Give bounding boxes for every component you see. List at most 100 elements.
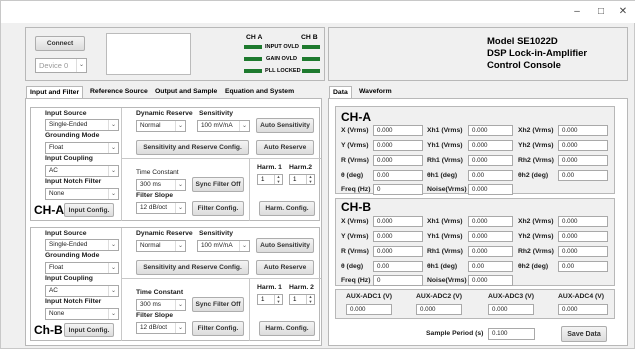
cha-input-config-button[interactable]: Input Config. xyxy=(64,203,114,217)
chb-dyn-reserve-select[interactable]: Normal ⌄ xyxy=(136,240,186,252)
chb-yh1-value: 0.000 xyxy=(468,231,513,242)
sample-period-input[interactable]: 0.100 xyxy=(488,328,535,340)
cha-rh2-label: Rh2 (Vrms) xyxy=(518,157,554,164)
chb-sync-filter-button[interactable]: Sync Filter Off xyxy=(192,297,244,312)
cha-harm2-spinner[interactable]: 1 ▲ ▼ xyxy=(289,174,315,185)
chb-filter-slope-select[interactable]: 12 dB/oct ⌄ xyxy=(136,322,186,334)
chevron-down-icon: ⌄ xyxy=(108,240,118,250)
chb-thetah2-value: 0.00 xyxy=(558,261,608,272)
chb-harm2-value: 1 xyxy=(293,296,297,303)
connect-button[interactable]: Connect xyxy=(35,36,85,51)
cha-sync-filter-button[interactable]: Sync Filter Off xyxy=(192,177,244,192)
cha-r-value: 0.000 xyxy=(373,155,423,166)
chb-filter-slope-value: 12 dB/oct xyxy=(140,324,168,331)
chb-freq-label: Freq (Hz) xyxy=(341,277,371,284)
tab-reference-source[interactable]: Reference Source xyxy=(87,86,151,98)
gain-ovld-label: GAIN OVLD xyxy=(266,56,298,62)
spinner-arrows-icon[interactable]: ▲ ▼ xyxy=(306,174,314,184)
chb-thetah2-label: θh2 (deg) xyxy=(518,263,549,270)
cha-filter-slope-select[interactable]: 12 dB/oct ⌄ xyxy=(136,202,186,214)
close-button[interactable]: ✕ xyxy=(615,5,631,19)
cha-y-value: 0.000 xyxy=(373,140,423,151)
chb-data-title: CH-B xyxy=(341,200,371,214)
cha-harm1-spinner[interactable]: 1 ▲ ▼ xyxy=(257,174,283,185)
cha-filter-slope-value: 12 dB/oct xyxy=(140,204,168,211)
aux-adc4-label: AUX-ADC4 (V) xyxy=(558,293,605,300)
chb-noise-label: Noise(Vrms) xyxy=(427,277,467,284)
chb-rh1-label: Rh1 (Vrms) xyxy=(427,248,463,255)
cha-coupling-select[interactable]: AC ⌄ xyxy=(45,165,119,177)
chb-harm2-label: Harm. 2 xyxy=(289,284,314,291)
cha-notch-select[interactable]: None ⌄ xyxy=(45,188,119,200)
chevron-down-icon: ⌄ xyxy=(175,323,185,333)
chb-auto-sensitivity-button[interactable]: Auto Sensitivity xyxy=(256,238,314,253)
chb-grounding-select[interactable]: Float ⌄ xyxy=(45,262,119,274)
device-list[interactable] xyxy=(106,33,191,75)
spinner-arrows-icon[interactable]: ▲ ▼ xyxy=(274,294,282,304)
cha-theta-label: θ (deg) xyxy=(341,172,364,179)
pll-locked-led-a xyxy=(244,69,262,73)
device-select[interactable]: Device 0 ⌄ xyxy=(35,58,87,73)
chb-sensitivity-select[interactable]: 100 mV/nA ⌄ xyxy=(197,240,250,252)
chb-harm2-spinner[interactable]: 1 ▲ ▼ xyxy=(289,294,315,305)
maximize-button[interactable]: □ xyxy=(593,5,609,19)
aux-adc2-value: 0.000 xyxy=(416,304,462,315)
aux-adc2-label: AUX-ADC2 (V) xyxy=(416,293,463,300)
chb-coupling-label: Input Coupling xyxy=(45,275,93,282)
cha-yh2-value: 0.000 xyxy=(558,140,608,151)
cha-input-source-select[interactable]: Single-Ended ⌄ xyxy=(45,119,119,131)
cha-auto-sensitivity-button[interactable]: Auto Sensitivity xyxy=(256,118,314,133)
chb-notch-value: None xyxy=(49,310,65,317)
tab-data[interactable]: Data xyxy=(329,86,352,98)
cha-time-constant-select[interactable]: 300 ms ⌄ xyxy=(136,179,186,191)
chb-auto-reserve-button[interactable]: Auto Reserve xyxy=(256,260,314,275)
chevron-down-icon: ⌄ xyxy=(175,180,185,190)
chb-coupling-value: AC xyxy=(49,287,58,294)
aux-adc3-value: 0.000 xyxy=(488,304,534,315)
chb-input-source-select[interactable]: Single-Ended ⌄ xyxy=(45,239,119,251)
sample-period-label: Sample Period (s) xyxy=(426,330,484,337)
chb-sensitivity-label: Sensitivity xyxy=(199,230,233,237)
cha-auto-reserve-button[interactable]: Auto Reserve xyxy=(256,140,314,155)
cha-rh2-value: 0.000 xyxy=(558,155,608,166)
save-data-button[interactable]: Save Data xyxy=(561,326,607,342)
cha-harm1-label: Harm. 1 xyxy=(257,164,282,171)
spinner-arrows-icon[interactable]: ▲ ▼ xyxy=(274,174,282,184)
cha-harm1-value: 1 xyxy=(261,176,265,183)
cha-sensitivity-select[interactable]: 100 mV/nA ⌄ xyxy=(197,120,250,132)
chb-harm-config-button[interactable]: Harm. Config. xyxy=(259,321,315,336)
minimize-button[interactable]: – xyxy=(569,5,585,19)
cha-sens-reserve-config-button[interactable]: Sensitivity and Reserve Config. xyxy=(136,140,249,155)
cha-rh1-label: Rh1 (Vrms) xyxy=(427,157,463,164)
app-subtitle: Control Console xyxy=(487,60,561,71)
cha-xh2-label: Xh2 (Vrms) xyxy=(518,127,554,134)
tab-waveform[interactable]: Waveform xyxy=(356,86,395,98)
chb-coupling-select[interactable]: AC ⌄ xyxy=(45,285,119,297)
tab-output-sample[interactable]: Output and Sample xyxy=(152,86,220,98)
chb-sens-reserve-config-button[interactable]: Sensitivity and Reserve Config. xyxy=(136,260,249,275)
chevron-down-icon: ⌄ xyxy=(108,286,118,296)
cha-harm-config-button[interactable]: Harm. Config. xyxy=(259,201,315,216)
cha-filter-config-button[interactable]: Filter Config. xyxy=(192,201,244,216)
cha-grounding-label: Grounding Mode xyxy=(45,132,100,139)
chb-time-constant-select[interactable]: 300 ms ⌄ xyxy=(136,299,186,311)
chb-yh2-label: Yh2 (Vrms) xyxy=(518,233,554,240)
chb-filter-config-button[interactable]: Filter Config. xyxy=(192,321,244,336)
cha-dyn-reserve-select[interactable]: Normal ⌄ xyxy=(136,120,186,132)
spinner-arrows-icon[interactable]: ▲ ▼ xyxy=(306,294,314,304)
pll-locked-label: PLL LOCKED xyxy=(265,68,301,74)
cha-input-source-label: Input Source xyxy=(45,110,87,117)
chb-theta-label: θ (deg) xyxy=(341,263,364,270)
cha-grounding-select[interactable]: Float ⌄ xyxy=(45,142,119,154)
tab-equation-system[interactable]: Equation and System xyxy=(222,86,297,98)
chb-thetah1-value: 0.00 xyxy=(468,261,513,272)
cha-thetah2-label: θh2 (deg) xyxy=(518,172,549,179)
aux-adc1-value: 0.000 xyxy=(346,304,392,315)
gain-ovld-led-a xyxy=(244,57,262,61)
gain-ovld-led-b xyxy=(302,57,320,61)
chb-harm1-spinner[interactable]: 1 ▲ ▼ xyxy=(257,294,283,305)
chb-input-config-button[interactable]: Input Config. xyxy=(64,323,114,337)
chb-input-source-label: Input Source xyxy=(45,230,87,237)
chb-notch-select[interactable]: None ⌄ xyxy=(45,308,119,320)
tab-input-filter[interactable]: Input and Filter xyxy=(26,86,84,98)
